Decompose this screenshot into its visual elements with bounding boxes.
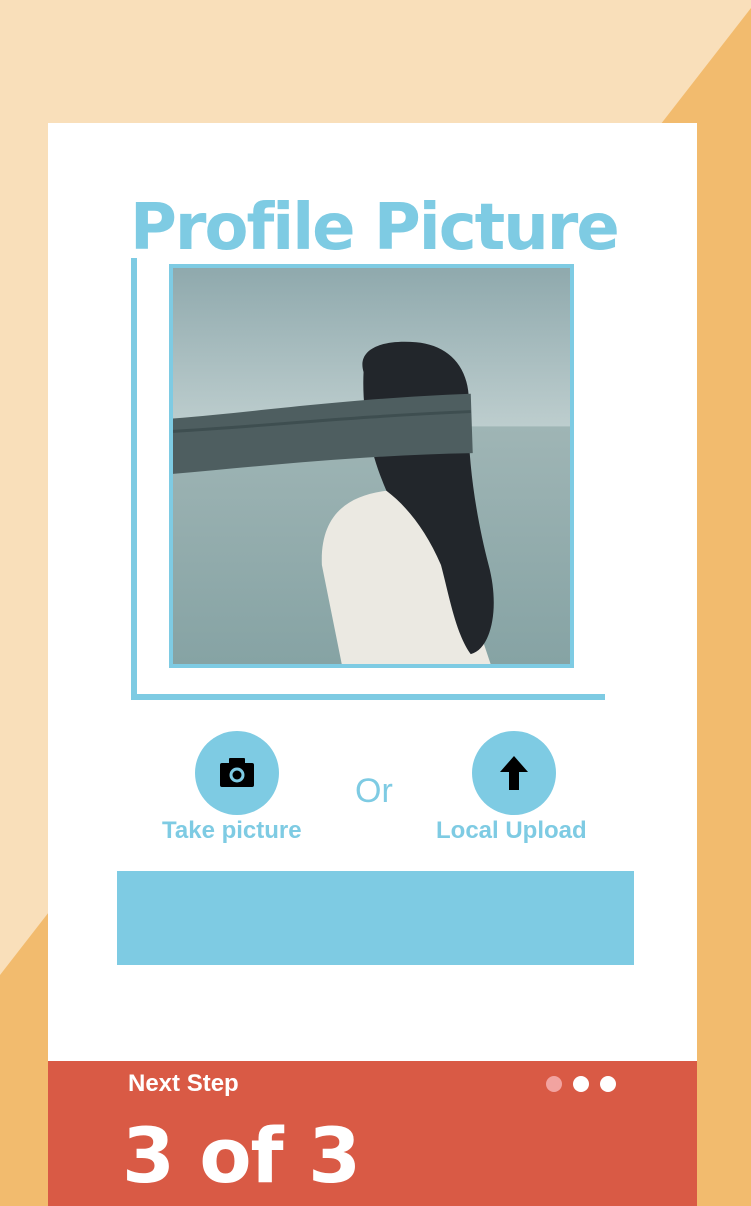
profile-photo-image xyxy=(173,268,570,664)
step-dot-2 xyxy=(573,1076,589,1092)
step-dot-3 xyxy=(600,1076,616,1092)
camera-icon xyxy=(220,758,254,787)
step-dot-1 xyxy=(546,1076,562,1092)
step-indicator xyxy=(546,1076,616,1092)
next-step-button[interactable]: Next Step xyxy=(128,1070,239,1098)
footer-bar: Next Step 3 of 3 xyxy=(48,1061,697,1206)
local-upload-label[interactable]: Local Upload xyxy=(436,817,587,845)
or-separator: Or xyxy=(355,772,393,810)
text-input-field[interactable] xyxy=(117,871,634,965)
profile-photo[interactable] xyxy=(169,264,574,668)
take-picture-button[interactable] xyxy=(195,731,279,815)
local-upload-button[interactable] xyxy=(472,731,556,815)
take-picture-label[interactable]: Take picture xyxy=(162,817,302,845)
step-counter: 3 of 3 xyxy=(122,1111,361,1200)
upload-arrow-icon xyxy=(500,756,528,790)
page-title: Profile Picture xyxy=(130,191,620,265)
